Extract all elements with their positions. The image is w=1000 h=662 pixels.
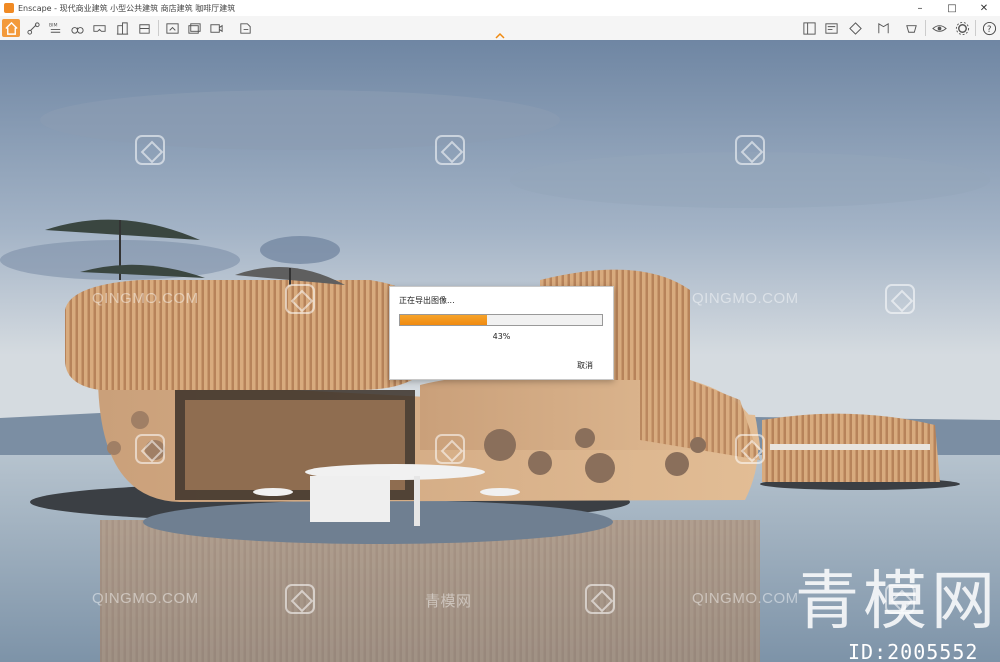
asset-library-icon[interactable] — [800, 19, 818, 37]
title-bar: Enscape - 现代商业建筑 小型公共建筑 商店建筑 咖啡厅建筑 – □ ✕ — [0, 0, 1000, 16]
help-icon[interactable]: ? — [980, 19, 998, 37]
screenshot-icon[interactable] — [163, 19, 181, 37]
atlas-icon[interactable] — [874, 19, 892, 37]
model-id-label: ID:2005552 — [848, 640, 979, 662]
material-editor-icon[interactable] — [822, 19, 840, 37]
dialog-title: 正在导出图像... — [399, 296, 455, 305]
progress-bar-fill — [400, 315, 487, 325]
settings-group-icon[interactable] — [902, 19, 920, 37]
window-title: Enscape - 现代商业建筑 小型公共建筑 商店建筑 咖啡厅建筑 — [18, 3, 236, 13]
maximize-button[interactable]: □ — [936, 0, 968, 16]
bim-icon[interactable]: BIM — [46, 19, 64, 37]
home-icon[interactable] — [2, 19, 20, 37]
route-icon[interactable] — [24, 19, 42, 37]
watermark-logo-icon — [135, 434, 165, 464]
watermark-logo-icon — [585, 584, 615, 614]
toolbar-divider — [158, 20, 159, 36]
watermark-text: QINGMO.COM — [692, 290, 799, 307]
lightning-icon[interactable] — [135, 19, 153, 37]
watermark-logo-icon — [285, 584, 315, 614]
watermark-logo-icon — [285, 284, 315, 314]
watermark-text: QINGMO.COM — [692, 590, 799, 607]
batch-render-icon[interactable] — [185, 19, 203, 37]
watermark-logo-icon — [885, 284, 915, 314]
enscape-logo-icon — [4, 3, 14, 13]
vr-icon[interactable] — [90, 19, 108, 37]
close-button[interactable]: ✕ — [968, 0, 1000, 16]
video-icon[interactable] — [207, 19, 225, 37]
export-icon[interactable] — [236, 19, 254, 37]
collapse-toolbar-chevron-icon[interactable] — [494, 26, 506, 39]
toolbar-divider — [975, 20, 976, 36]
progress-percent: 43% — [492, 332, 511, 341]
view-management-icon[interactable] — [846, 19, 864, 37]
watermark-cn-text: 青模网 — [425, 593, 472, 610]
toolbar-divider — [925, 20, 926, 36]
watermark-logo-icon — [435, 135, 465, 165]
binoculars-icon[interactable] — [68, 19, 86, 37]
watermark-text: QINGMO.COM — [92, 590, 199, 607]
export-progress-dialog: 正在导出图像... 43% 取消 — [389, 286, 614, 380]
watermark-logo-icon — [735, 135, 765, 165]
svg-text:?: ? — [986, 23, 990, 33]
watermark-text: QINGMO.COM — [92, 290, 199, 307]
gear-icon[interactable] — [953, 19, 971, 37]
visual-settings-icon[interactable] — [930, 19, 948, 37]
cancel-button[interactable]: 取消 — [577, 360, 593, 371]
watermark-logo-icon — [435, 434, 465, 464]
watermark-logo-icon — [735, 434, 765, 464]
watermark-logo-icon — [135, 135, 165, 165]
brand-watermark: 青模网 — [795, 565, 999, 639]
progress-bar — [399, 314, 603, 326]
minimize-button[interactable]: – — [904, 0, 936, 16]
svg-text:BIM: BIM — [48, 22, 57, 28]
building-icon[interactable] — [113, 19, 131, 37]
